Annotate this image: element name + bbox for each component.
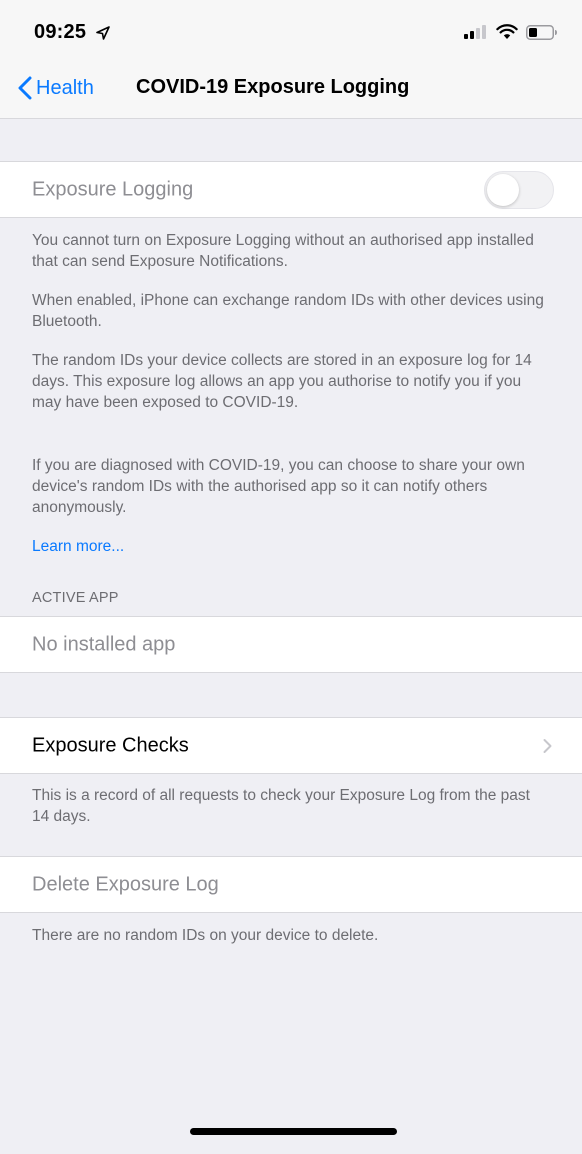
- back-button[interactable]: Health: [18, 76, 94, 100]
- delete-exposure-log-cell[interactable]: Delete Exposure Log: [0, 856, 582, 913]
- status-bar: 09:25: [0, 0, 582, 60]
- exposure-logging-footer: When enabled, iPhone can exchange random…: [32, 290, 550, 332]
- signal-icon: [464, 25, 486, 39]
- footer-paragraph: This is a record of all requests to chec…: [32, 787, 530, 825]
- exposure-logging-cell: Exposure Logging: [0, 161, 582, 218]
- status-time-text: 09:25: [34, 21, 87, 43]
- back-button-label: Health: [36, 76, 94, 99]
- learn-more-link[interactable]: Learn more...: [32, 538, 124, 556]
- exposure-logging-footer: If you are diagnosed with COVID-19, you …: [32, 455, 550, 518]
- toggle-knob: [487, 173, 519, 206]
- footer-paragraph: If you are diagnosed with COVID-19, you …: [32, 457, 525, 516]
- exposure-checks-cell[interactable]: Exposure Checks: [0, 717, 582, 774]
- location-arrow-icon: [96, 26, 110, 40]
- chevron-left-icon: [18, 76, 32, 100]
- home-indicator[interactable]: [190, 1128, 397, 1135]
- footer-paragraph: There are no random IDs on your device t…: [32, 927, 379, 944]
- status-time: 09:25: [34, 21, 110, 44]
- exposure-checks-footer: This is a record of all requests to chec…: [32, 785, 550, 827]
- exposure-logging-footer: You cannot turn on Exposure Logging with…: [32, 230, 550, 272]
- status-icons: [464, 24, 558, 40]
- exposure-logging-label: Exposure Logging: [32, 178, 194, 200]
- exposure-logging-footer: The random IDs your device collects are …: [32, 350, 550, 413]
- active-app-header: ACTIVE APP: [32, 590, 119, 606]
- footer-paragraph: When enabled, iPhone can exchange random…: [32, 292, 544, 330]
- battery-icon: [526, 24, 557, 40]
- active-app-value: No installed app: [32, 633, 176, 655]
- nav-bar: Health COVID-19 Exposure Logging: [0, 60, 582, 119]
- footer-paragraph: The random IDs your device collects are …: [32, 352, 532, 411]
- delete-log-footer: There are no random IDs on your device t…: [32, 925, 550, 946]
- exposure-checks-label: Exposure Checks: [32, 734, 189, 756]
- delete-exposure-log-label: Delete Exposure Log: [32, 873, 219, 895]
- active-app-cell: No installed app: [0, 616, 582, 673]
- page-title: COVID-19 Exposure Logging: [136, 76, 410, 98]
- wifi-icon: [496, 24, 518, 39]
- chevron-right-icon: [543, 738, 552, 753]
- footer-paragraph: You cannot turn on Exposure Logging with…: [32, 232, 534, 270]
- exposure-logging-toggle[interactable]: [484, 170, 554, 209]
